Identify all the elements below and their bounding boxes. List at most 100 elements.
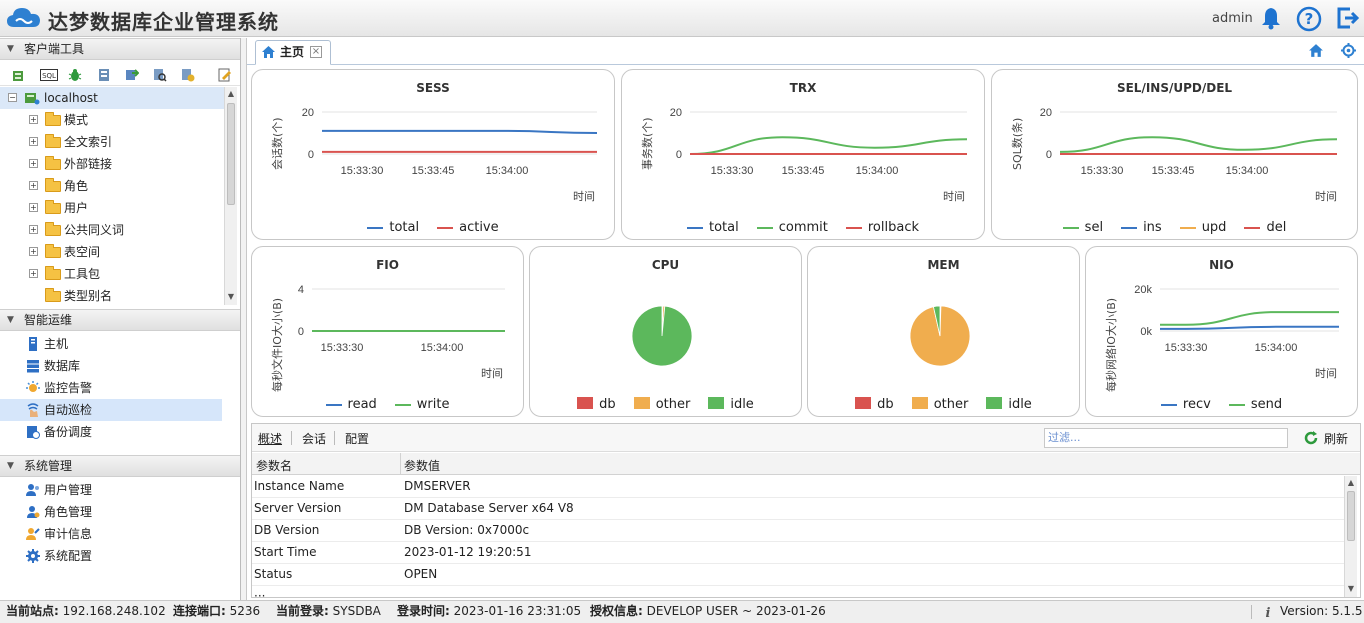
table-row[interactable]: Start Time 2023-01-12 19:20:51 (252, 542, 1344, 564)
expand-icon[interactable]: + (29, 181, 38, 190)
scroll-up-icon[interactable]: ▲ (225, 88, 237, 100)
scroll-up-icon[interactable]: ▲ (1345, 477, 1357, 489)
expand-icon[interactable]: + (29, 247, 38, 256)
script-icon[interactable] (181, 68, 195, 82)
debug-icon[interactable] (68, 68, 82, 82)
tree-item-package[interactable]: + 工具包 (0, 263, 224, 285)
tree-item-tablespace[interactable]: + 表空间 (0, 241, 224, 263)
transfer-icon[interactable] (125, 68, 139, 82)
expand-icon[interactable]: + (29, 225, 38, 234)
tree-item-external-link[interactable]: + 外部链接 (0, 153, 224, 175)
edit-icon[interactable] (218, 68, 232, 82)
legend-item[interactable]: total (686, 220, 739, 235)
tree-root-localhost[interactable]: − localhost (0, 87, 224, 109)
scroll-down-icon[interactable]: ▼ (1345, 583, 1357, 595)
close-tab-icon[interactable]: × (310, 46, 322, 58)
settings-icon[interactable] (1340, 42, 1357, 59)
table-row-partial[interactable]: ··· (252, 586, 1344, 597)
y-tick-label: 20 (1040, 107, 1052, 119)
series-line-send[interactable] (1160, 311, 1339, 326)
nav-audit-info[interactable]: 审计信息 (0, 523, 222, 545)
legend-item[interactable]: commit (756, 220, 828, 235)
tree-scrollbar[interactable]: ▲ ▼ (224, 87, 237, 305)
legend-item[interactable]: recv (1160, 397, 1211, 412)
collapse-icon[interactable]: − (8, 93, 17, 102)
new-connection-icon[interactable] (12, 68, 26, 82)
nav-user-management[interactable]: 用户管理 (0, 479, 222, 501)
table-row[interactable]: Instance Name DMSERVER (252, 476, 1344, 498)
expand-icon[interactable]: + (29, 269, 38, 278)
tab-home[interactable]: 主页 × (255, 40, 331, 65)
home-nav-icon[interactable] (1308, 43, 1324, 58)
x-tick-label: 15:33:30 (711, 165, 754, 177)
column-header-value[interactable]: 参数值 (404, 457, 440, 474)
series-line-total[interactable] (322, 129, 598, 134)
table-row[interactable]: Server Version DM Database Server x64 V8 (252, 498, 1344, 520)
expand-icon[interactable]: + (29, 115, 38, 124)
nav-monitor-alarm[interactable]: 监控告警 (0, 377, 222, 399)
nav-backup-schedule[interactable]: 备份调度 (0, 421, 222, 443)
legend-item[interactable]: total (367, 220, 419, 235)
tree-item-user[interactable]: + 用户 (0, 197, 224, 219)
tree-item-public-synonym[interactable]: + 公共同义词 (0, 219, 224, 241)
legend-item[interactable]: rollback (845, 220, 919, 235)
legend-item[interactable]: db (577, 397, 616, 412)
tab-sessions[interactable]: 会话 (302, 430, 326, 447)
table-row[interactable]: DB Version DB Version: 0x7000c (252, 520, 1344, 542)
tab-config[interactable]: 配置 (345, 430, 369, 447)
nav-auto-inspection[interactable]: 自动巡检 (0, 399, 222, 421)
ops-header[interactable]: ▼ 智能运维 (0, 309, 240, 331)
sys-header[interactable]: ▼ 系统管理 (0, 455, 240, 477)
user-name[interactable]: admin (1212, 11, 1253, 26)
cpu-chart-card: CPU db other idle (529, 246, 802, 417)
series-line-sel[interactable] (1059, 136, 1338, 153)
column-header-name[interactable]: 参数名 (256, 457, 292, 474)
scroll-thumb[interactable] (1347, 491, 1355, 541)
expand-icon[interactable]: + (29, 159, 38, 168)
series-line-commit[interactable] (689, 136, 968, 155)
overview-panel: 概述 会话 配置 过滤... 刷新 参数名 参数值 Instance Name D… (251, 423, 1361, 598)
sql-editor-icon[interactable]: SQL (40, 68, 58, 82)
mem-chart (909, 305, 971, 367)
column-divider[interactable] (400, 453, 401, 475)
legend-item[interactable]: other (633, 397, 690, 412)
legend-item[interactable]: ins (1121, 220, 1162, 235)
object-tree: − localhost + 模式 + 全文索引 + 外部链接 + 角色 + 用户 + 公共同… (0, 87, 224, 305)
nav-role-management[interactable]: 角色管理 (0, 501, 222, 523)
tab-overview[interactable]: 概述 (258, 430, 282, 447)
y-tick-label: 20 (670, 107, 682, 119)
legend-item[interactable]: idle (708, 397, 754, 412)
table-scrollbar[interactable]: ▲ ▼ (1344, 476, 1357, 597)
nav-host[interactable]: 主机 (0, 333, 222, 355)
nav-database[interactable]: 数据库 (0, 355, 222, 377)
table-row[interactable]: Status OPEN (252, 564, 1344, 586)
tree-item-role[interactable]: + 角色 (0, 175, 224, 197)
db-tool-icon[interactable] (97, 68, 111, 82)
legend-item[interactable]: other (911, 397, 968, 412)
query-analyze-icon[interactable] (153, 68, 167, 82)
pie-slice-idle[interactable] (631, 305, 693, 367)
logout-icon[interactable] (1336, 6, 1360, 30)
legend-item[interactable]: db (855, 397, 894, 412)
scroll-thumb[interactable] (227, 103, 235, 205)
filter-input[interactable]: 过滤... (1044, 428, 1288, 448)
help-icon[interactable]: ? (1296, 6, 1322, 32)
expand-icon[interactable]: + (29, 137, 38, 146)
client-tools-header[interactable]: ▼ 客户端工具 (0, 38, 240, 60)
legend-item[interactable]: sel (1062, 220, 1103, 235)
tree-item-schema[interactable]: + 模式 (0, 109, 224, 131)
series-line-recv[interactable] (1160, 325, 1339, 330)
legend-item[interactable]: del (1244, 220, 1286, 235)
legend-item[interactable]: send (1228, 397, 1282, 412)
legend-item[interactable]: read (325, 397, 377, 412)
nav-system-config[interactable]: 系统配置 (0, 545, 222, 567)
legend-item[interactable]: active (437, 220, 499, 235)
tree-item-type-alias[interactable]: 类型别名 (0, 285, 224, 305)
scroll-down-icon[interactable]: ▼ (225, 291, 237, 303)
bell-icon[interactable] (1259, 6, 1283, 30)
legend-item[interactable]: idle (986, 397, 1032, 412)
legend-item[interactable]: upd (1179, 220, 1226, 235)
expand-icon[interactable]: + (29, 203, 38, 212)
legend-item[interactable]: write (394, 397, 449, 412)
tree-item-fulltext-index[interactable]: + 全文索引 (0, 131, 224, 153)
